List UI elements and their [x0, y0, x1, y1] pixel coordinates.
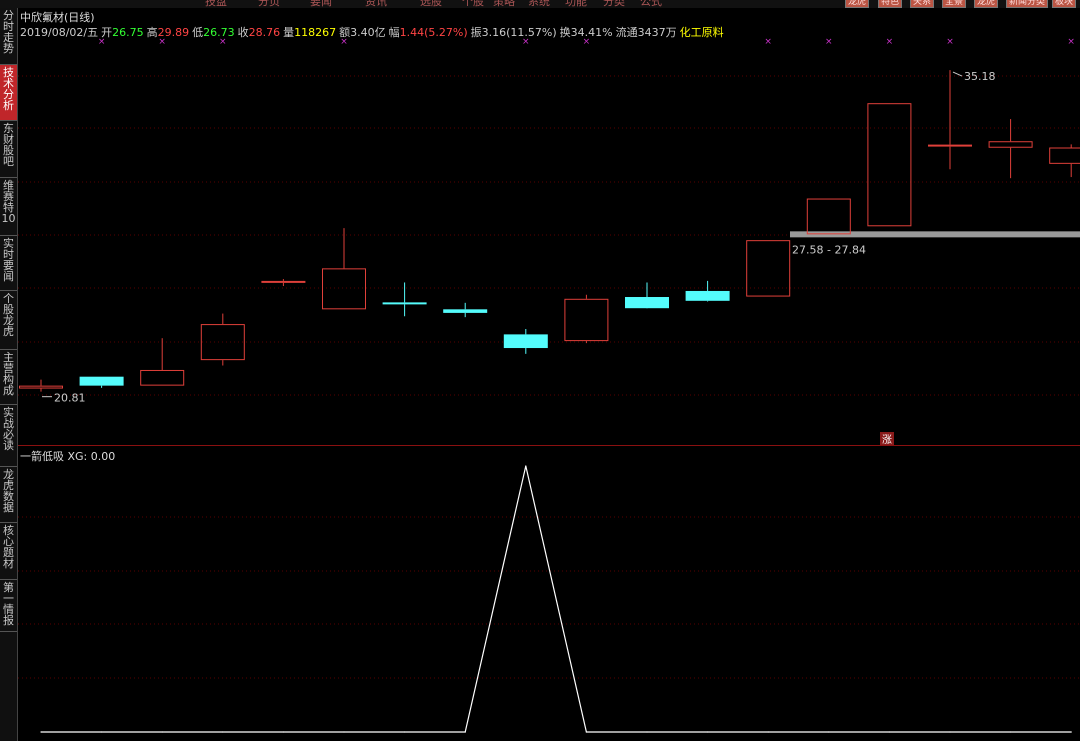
xg-signal-point — [282, 731, 284, 733]
xg-signal-point — [525, 465, 527, 467]
xg-signal-point — [404, 731, 406, 733]
signal-marker: × — [219, 37, 227, 47]
xg-signal-point — [646, 731, 648, 733]
xg-signal-point — [585, 731, 588, 733]
candle-body — [79, 376, 124, 386]
signal-marker: × — [98, 37, 106, 47]
xg-signal-point — [767, 731, 769, 733]
candle-body — [322, 268, 366, 310]
xg-signal-point — [343, 731, 345, 733]
xg-signal-point — [1070, 731, 1072, 733]
high-price-label: 35.18 — [964, 70, 996, 83]
xg-signal-point — [828, 731, 830, 733]
xg-signal-point — [222, 731, 224, 733]
up-tag-label: 涨 — [882, 434, 892, 446]
candle-body — [928, 144, 972, 147]
candle-body — [19, 385, 63, 389]
xg-signal-point — [101, 731, 103, 733]
signal-marker: × — [825, 37, 833, 47]
signal-marker: × — [340, 37, 348, 47]
xg-signal-line — [41, 465, 1072, 733]
signal-marker: × — [886, 37, 894, 47]
low-price-label: 20.81 — [54, 392, 86, 405]
candle-body — [564, 298, 609, 342]
signal-marker: × — [764, 37, 772, 47]
candle-body — [625, 297, 669, 309]
signal-marker: × — [522, 37, 530, 47]
candle-body — [261, 280, 306, 283]
signal-marker: × — [1067, 37, 1075, 47]
gap-label: 27.58 - 27.84 — [792, 243, 866, 256]
high-pointer — [952, 71, 963, 77]
candle-body — [685, 290, 730, 301]
candle-body — [1049, 147, 1080, 164]
signal-marker: × — [583, 37, 591, 47]
candle-body — [382, 302, 427, 305]
xg-signal-point — [161, 731, 163, 733]
xg-signal-point — [1010, 731, 1012, 733]
xg-signal-point — [707, 731, 709, 733]
signal-marker: × — [158, 37, 166, 47]
candle-body — [867, 103, 912, 227]
xg-signal-point — [949, 731, 951, 733]
candle-body — [140, 369, 185, 386]
xg-signal-point — [464, 731, 466, 733]
candle-body — [806, 198, 851, 235]
candle-body — [988, 141, 1033, 148]
xg-signal-point — [888, 731, 891, 733]
candle-body — [443, 309, 488, 313]
xg-signal-point — [40, 731, 42, 733]
candle-body — [503, 334, 548, 349]
signal-marker: × — [946, 37, 954, 47]
candle-body — [746, 240, 791, 297]
candlestick-chart[interactable]: 27.58 - 27.84 × × × × × × × × × × × 20.81 35.18 涨 — [0, 0, 1080, 741]
